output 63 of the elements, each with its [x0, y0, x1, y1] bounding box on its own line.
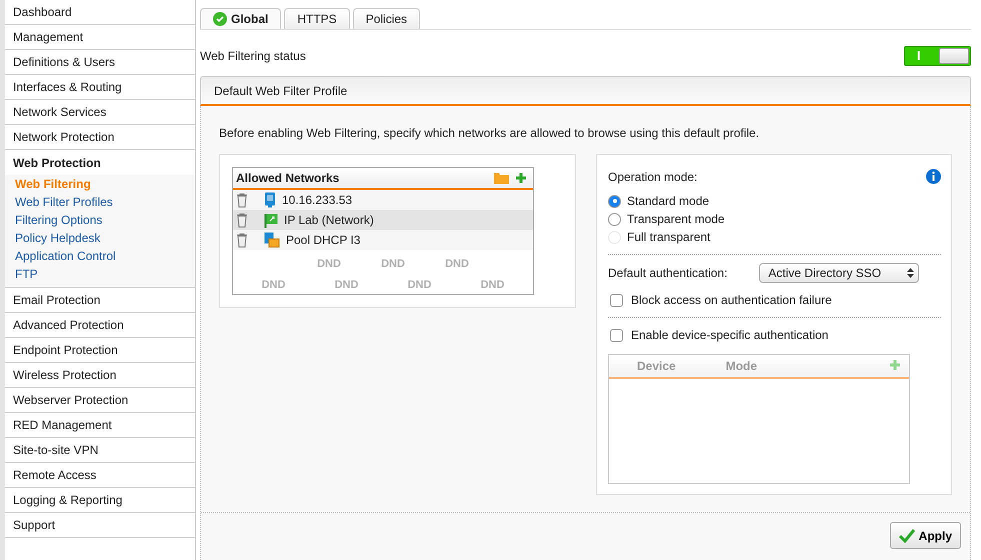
trash-icon[interactable] [236, 232, 248, 248]
checkbox-option[interactable]: Block access on authentication failure [610, 291, 941, 309]
sidebar-subitem[interactable]: Application Control [5, 247, 195, 265]
radio-option[interactable]: Standard mode [608, 192, 941, 210]
sort-arrows-icon [907, 268, 914, 278]
column-header: Device [637, 359, 676, 373]
drop-target-text: DND [317, 258, 341, 270]
check-icon [213, 12, 227, 26]
sidebar-item[interactable]: Web Protection [5, 150, 195, 175]
sidebar-subitem[interactable]: Policy Helpdesk [5, 229, 195, 247]
network-row[interactable]: IP Lab (Network) [233, 210, 533, 230]
sidebar-subitem[interactable]: Filtering Options [5, 211, 195, 229]
check-icon [898, 528, 915, 542]
trash-icon[interactable] [236, 212, 248, 228]
operation-mode-label: Operation mode: [608, 170, 698, 184]
tab[interactable]: Global [200, 8, 282, 29]
status-label: Web Filtering status [200, 49, 306, 63]
tab[interactable]: HTTPS [284, 8, 350, 29]
sidebar-item[interactable]: Network Services [5, 100, 195, 125]
sidebar-item[interactable]: Email Protection [5, 288, 195, 313]
network-row[interactable]: Pool DHCP I3 [233, 230, 533, 250]
network-row[interactable]: 10.16.233.53 [233, 190, 533, 210]
sidebar-item[interactable]: Logging & Reporting [5, 488, 195, 513]
network-label: IP Lab (Network) [284, 213, 374, 227]
sidebar-item[interactable]: Interfaces & Routing [5, 75, 195, 100]
drop-target-text: DND [408, 279, 432, 291]
sidebar-item[interactable]: Advanced Protection [5, 313, 195, 338]
sidebar-item[interactable]: Definitions & Users [5, 50, 195, 75]
sidebar-item[interactable]: Endpoint Protection [5, 338, 195, 363]
pool-icon [264, 232, 280, 248]
network-icon [264, 212, 278, 228]
sidebar-item[interactable]: Site-to-site VPN [5, 438, 195, 463]
panel-title: Default Web Filter Profile [214, 84, 348, 98]
info-icon[interactable] [926, 169, 941, 184]
add-icon[interactable] [515, 172, 527, 184]
drop-target-text: DND [381, 258, 405, 270]
radio-option[interactable]: Transparent mode [608, 210, 941, 228]
drop-target-text: DND [334, 279, 358, 291]
sidebar-subitem[interactable]: Web Filter Profiles [5, 193, 195, 211]
drop-target-text: DND [262, 279, 286, 291]
trash-icon[interactable] [236, 192, 248, 208]
sidebar-item[interactable]: Webserver Protection [5, 388, 195, 413]
network-label: Pool DHCP I3 [286, 233, 360, 247]
authentication-select[interactable]: Active Directory SSO [759, 263, 920, 283]
sidebar-subitem[interactable]: FTP [5, 265, 195, 283]
apply-button[interactable]: Apply [890, 522, 961, 549]
column-header: Mode [726, 359, 758, 373]
list-title: Allowed Networks [236, 171, 340, 185]
checkbox-option[interactable]: Enable device-specific authentication [610, 326, 941, 344]
sidebar-item[interactable]: Remote Access [5, 463, 195, 488]
description-text: Before enabling Web Filtering, specify which networks are allowed to browse using this default profile. [219, 126, 760, 140]
server-icon [264, 192, 276, 208]
sidebar-item[interactable]: Wireless Protection [5, 363, 195, 388]
authentication-label: Default authentication: [608, 266, 728, 280]
tab[interactable]: Policies [352, 8, 420, 29]
network-label: 10.16.233.53 [282, 193, 352, 207]
folder-icon[interactable] [494, 172, 509, 184]
drop-target-text: DND [480, 279, 504, 291]
sidebar-item[interactable]: Dashboard [5, 0, 195, 25]
sidebar-item[interactable]: RED Management [5, 413, 195, 438]
sidebar-item[interactable]: Support [5, 513, 195, 538]
sidebar-item[interactable]: Management [5, 25, 195, 50]
drop-target-text: DND [445, 258, 469, 270]
